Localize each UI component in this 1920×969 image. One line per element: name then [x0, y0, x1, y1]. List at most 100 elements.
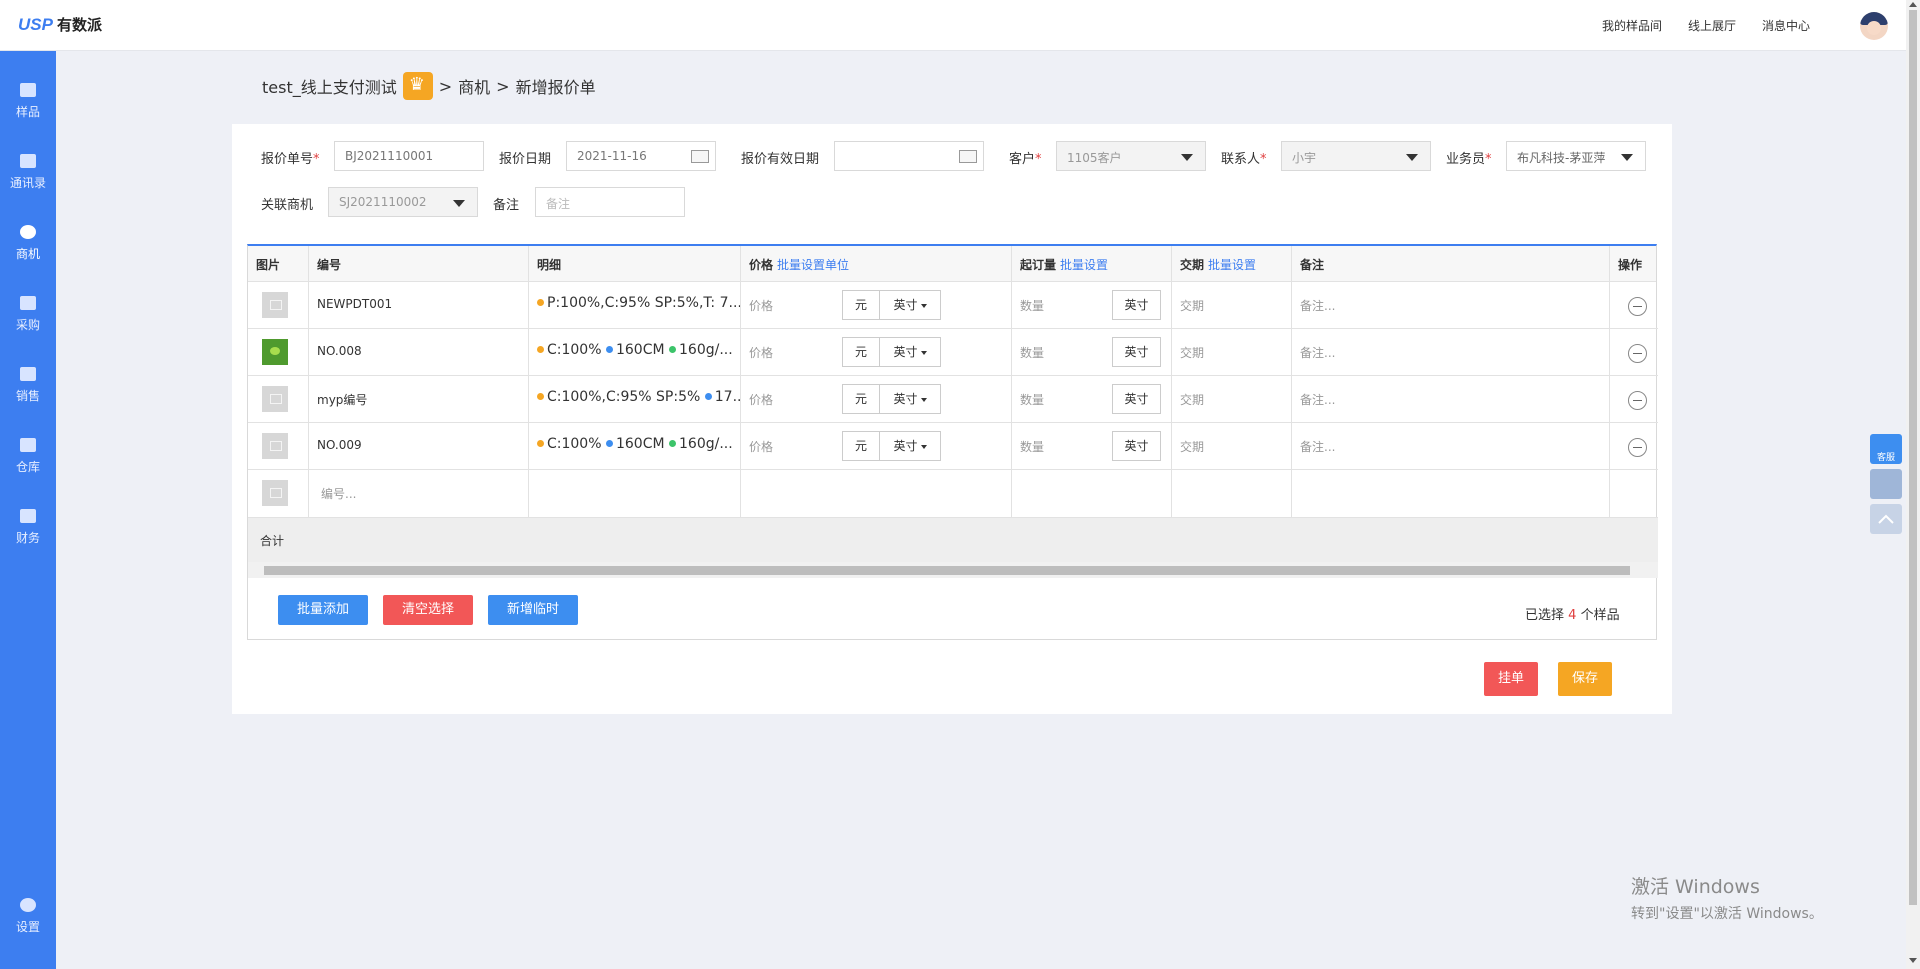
- unit-dropdown[interactable]: 英寸: [879, 290, 941, 320]
- back-to-top-icon[interactable]: [1870, 504, 1902, 534]
- currency-button[interactable]: 元: [842, 290, 880, 320]
- caret-down-icon: [920, 444, 927, 449]
- quote-date-field[interactable]: 2021-11-16: [566, 141, 716, 171]
- save-button[interactable]: 保存: [1558, 662, 1612, 696]
- user-avatar[interactable]: [1860, 12, 1888, 40]
- code-input[interactable]: 编号...: [309, 470, 528, 516]
- sidebar-item-label: 商机: [15, 247, 40, 261]
- price-input[interactable]: 价格: [741, 329, 821, 375]
- qty-input[interactable]: 数量: [1012, 329, 1092, 375]
- col-header-lead: 交期 批量设置: [1172, 246, 1292, 282]
- table-horizontal-scrollbar[interactable]: [248, 562, 1658, 578]
- batch-set-unit-link[interactable]: 批量设置单位: [777, 258, 849, 272]
- customer-service-label: 客服: [1876, 453, 1895, 463]
- top-bar: USP 有数派 我的样品间 线上展厅 消息中心: [0, 0, 1906, 51]
- unit-dropdown[interactable]: 英寸: [879, 337, 941, 367]
- windows-activation-watermark: 激活 Windows 转到"设置"以激活 Windows。: [1631, 876, 1823, 922]
- breadcrumb-section[interactable]: 商机: [458, 74, 490, 98]
- lead-input[interactable]: 交期: [1172, 423, 1290, 469]
- sidebar-item-opportunity[interactable]: 商机: [0, 213, 56, 273]
- qr-code-icon[interactable]: [1870, 469, 1902, 499]
- sidebar-item-warehouse[interactable]: 仓库: [0, 426, 56, 486]
- scroll-down-icon[interactable]: [1909, 958, 1917, 963]
- app-logo[interactable]: USP 有数派: [18, 14, 102, 35]
- remark-cell-input[interactable]: 备注...: [1292, 282, 1608, 328]
- quote-no-field[interactable]: BJ2021110001: [334, 141, 484, 171]
- customer-select[interactable]: 1105客户: [1056, 141, 1206, 171]
- table-row[interactable]: myp编号 C:100%,C:95% SP:5% 17... 价格 元 英寸 数…: [248, 376, 1658, 423]
- remove-row-icon[interactable]: [1628, 391, 1647, 410]
- nav-online-showroom[interactable]: 线上展厅: [1688, 17, 1736, 34]
- qty-input[interactable]: 数量: [1012, 423, 1092, 469]
- sidebar-item-contacts[interactable]: 通讯录: [0, 142, 56, 202]
- table-row[interactable]: NO.008 C:100% 160CM 160g/... 价格 元 英寸 数量 …: [248, 329, 1658, 376]
- lead-input[interactable]: 交期: [1172, 376, 1290, 422]
- hold-button[interactable]: 挂单: [1484, 662, 1538, 696]
- batch-set-moq-link[interactable]: 批量设置: [1060, 258, 1108, 272]
- sidebar-item-settings[interactable]: 设置: [0, 886, 56, 946]
- col-header-price: 价格 批量设置单位: [741, 246, 1012, 282]
- related-opportunity-select[interactable]: SJ2021110002: [328, 187, 478, 217]
- currency-button[interactable]: 元: [842, 431, 880, 461]
- remark-cell-input[interactable]: 备注...: [1292, 376, 1608, 422]
- price-input[interactable]: 价格: [741, 376, 821, 422]
- clear-selection-button[interactable]: 清空选择: [383, 595, 473, 625]
- scrollbar-thumb[interactable]: [1909, 10, 1917, 905]
- remove-row-icon[interactable]: [1628, 344, 1647, 363]
- salesman-select[interactable]: 布凡科技-茅亚萍: [1506, 141, 1646, 171]
- remark-input[interactable]: 备注: [535, 187, 685, 217]
- opportunity-icon: [20, 225, 36, 239]
- table-row[interactable]: NO.009 C:100% 160CM 160g/... 价格 元 英寸 数量 …: [248, 423, 1658, 470]
- lead-input[interactable]: 交期: [1172, 282, 1290, 328]
- sidebar-item-label: 财务: [15, 531, 40, 545]
- currency-button[interactable]: 元: [842, 337, 880, 367]
- row-detail: C:100% 160CM 160g/...: [529, 423, 740, 469]
- unit-button[interactable]: 英寸: [1112, 337, 1161, 367]
- add-temp-button[interactable]: 新增临时: [488, 595, 578, 625]
- sidebar-item-finance[interactable]: 财务: [0, 497, 56, 557]
- col-header-remark: 备注: [1292, 246, 1610, 282]
- nav-my-samples[interactable]: 我的样品间: [1602, 17, 1662, 34]
- scroll-up-icon[interactable]: [1909, 2, 1917, 7]
- currency-button[interactable]: 元: [842, 384, 880, 414]
- remark-cell-input[interactable]: 备注...: [1292, 329, 1608, 375]
- sidebar-item-label: 销售: [15, 389, 40, 403]
- unit-dropdown[interactable]: 英寸: [879, 431, 941, 461]
- new-item-row[interactable]: 编号...: [248, 470, 1658, 518]
- lead-input[interactable]: 交期: [1172, 329, 1290, 375]
- batch-add-button[interactable]: 批量添加: [278, 595, 368, 625]
- contact-select[interactable]: 小宇: [1281, 141, 1431, 171]
- breadcrumb-company[interactable]: test_线上支付测试: [262, 74, 397, 98]
- gear-icon: [20, 898, 36, 912]
- remove-row-icon[interactable]: [1628, 297, 1647, 316]
- unit-button[interactable]: 英寸: [1112, 384, 1161, 414]
- sidebar-item-purchase[interactable]: 采购: [0, 284, 56, 344]
- caret-down-icon: [920, 397, 927, 402]
- nav-message-center[interactable]: 消息中心: [1762, 17, 1810, 34]
- contacts-icon: [20, 154, 36, 168]
- qty-input[interactable]: 数量: [1012, 282, 1092, 328]
- sidebar-item-sales[interactable]: 销售: [0, 355, 56, 415]
- valid-date-field[interactable]: [834, 141, 984, 171]
- customer-service-button[interactable]: 客服: [1870, 434, 1902, 464]
- image-placeholder-icon: [262, 480, 288, 506]
- sidebar-item-label: 样品: [15, 105, 40, 119]
- remove-row-icon[interactable]: [1628, 438, 1647, 457]
- remark-cell-input[interactable]: 备注...: [1292, 423, 1608, 469]
- sidebar-item-label: 仓库: [15, 460, 40, 474]
- calendar-icon[interactable]: [959, 150, 977, 163]
- col-header-moq: 起订量 批量设置: [1012, 246, 1172, 282]
- price-input[interactable]: 价格: [741, 282, 821, 328]
- sidebar-item-samples[interactable]: 样品: [0, 71, 56, 131]
- price-input[interactable]: 价格: [741, 423, 821, 469]
- calendar-icon[interactable]: [691, 150, 709, 163]
- qty-input[interactable]: 数量: [1012, 376, 1092, 422]
- page-scrollbar[interactable]: [1906, 0, 1920, 969]
- unit-button[interactable]: 英寸: [1112, 290, 1161, 320]
- unit-button[interactable]: 英寸: [1112, 431, 1161, 461]
- batch-set-lead-link[interactable]: 批量设置: [1208, 258, 1256, 272]
- table-row[interactable]: NEWPDT001 P:100%,C:95% SP:5%,T: 7... 价格 …: [248, 282, 1658, 329]
- unit-dropdown[interactable]: 英寸: [879, 384, 941, 414]
- page-title: 新增报价单: [515, 78, 596, 97]
- scrollbar-thumb[interactable]: [264, 566, 1630, 575]
